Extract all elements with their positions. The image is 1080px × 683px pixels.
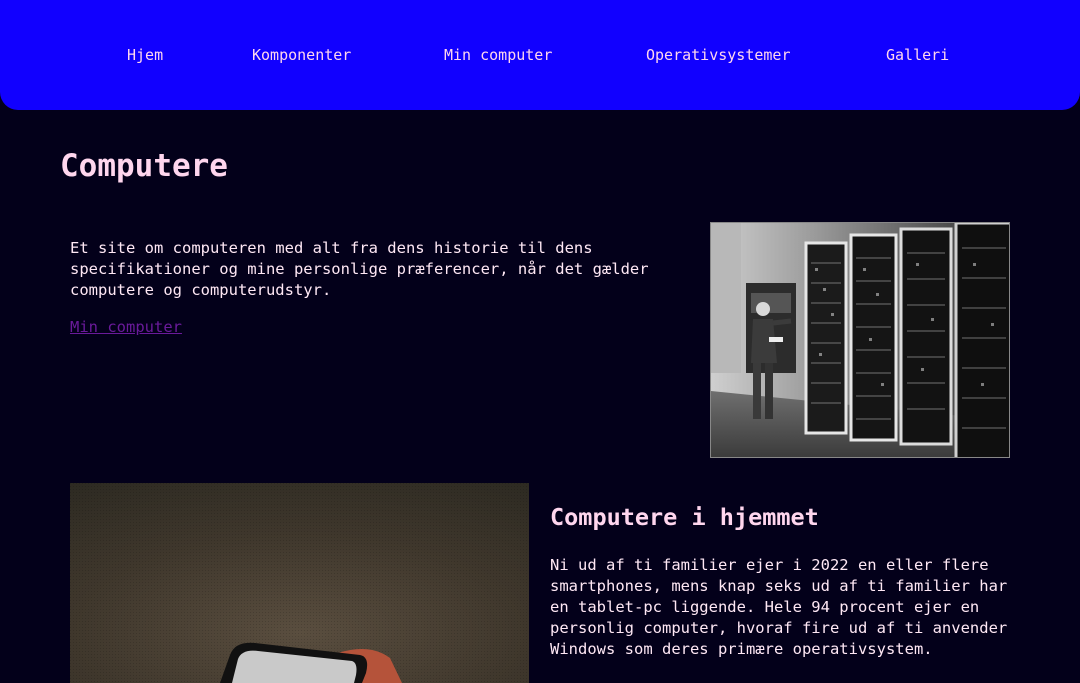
nav-item-komponenter[interactable]: Komponenter [252, 45, 351, 65]
nav-item-min-computer[interactable]: Min computer [444, 45, 552, 65]
nav-item-hjem[interactable]: Hjem [127, 45, 163, 65]
nav-item-operativsystemer[interactable]: Operativsystemer [646, 45, 791, 65]
main-navigation: Hjem Komponenter Min computer Operativsy… [0, 0, 1080, 110]
laptop-photo-icon [70, 483, 529, 683]
section-title-computere-i-hjemmet: Computere i hjemmet [550, 503, 819, 531]
section-text: Ni ud af ti familier ejer i 2022 en elle… [550, 556, 1008, 658]
mainframe-photo-icon [710, 222, 1010, 458]
page-title: Computere [60, 148, 228, 184]
nav-item-galleri[interactable]: Galleri [886, 45, 949, 65]
min-computer-link[interactable]: Min computer [70, 317, 182, 338]
intro-text: Et site om computeren med alt fra dens h… [70, 239, 649, 299]
